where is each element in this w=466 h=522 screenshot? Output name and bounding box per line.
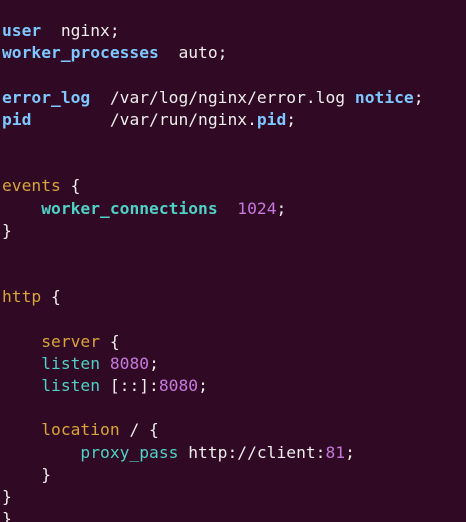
code-token: ;	[345, 442, 355, 462]
code-token: 81	[325, 442, 346, 462]
code-token: events	[2, 176, 61, 196]
code-token: 8080	[109, 353, 150, 373]
code-token: }	[2, 486, 12, 506]
code-token: error_log	[2, 87, 91, 107]
code-line: }	[2, 464, 424, 486]
code-line: }	[2, 486, 424, 508]
code-line: location / {	[2, 419, 424, 441]
code-token: 1024	[237, 198, 277, 218]
code-token: server	[41, 331, 101, 351]
code-token: /var/run/nginx.	[31, 109, 257, 129]
code-token: nginx;	[41, 21, 120, 40]
code-token: notice	[354, 87, 414, 107]
code-token: {	[60, 176, 81, 196]
code-line: proxy_pass http://client:81;	[2, 442, 424, 464]
code-line: pid /var/run/nginx.pid;	[2, 109, 424, 131]
code-token: auto;	[158, 43, 228, 63]
code-line: worker_processes auto;	[2, 42, 424, 64]
code-token: {	[100, 331, 120, 351]
code-token: ;	[286, 109, 297, 129]
code-token: 8080	[158, 376, 199, 395]
code-line: }	[2, 220, 424, 242]
code-token: [::]:	[100, 376, 159, 395]
code-token: http	[2, 287, 42, 307]
code-token: {	[41, 287, 61, 307]
code-token: listen	[41, 376, 101, 395]
code-token: pid	[2, 109, 32, 129]
code-line: http {	[2, 286, 424, 308]
code-line: user nginx;	[2, 20, 424, 42]
code-token: listen	[41, 353, 101, 373]
code-token: }	[2, 509, 12, 522]
code-line: worker_connections 1024;	[2, 198, 424, 220]
code-token: ;	[413, 87, 424, 107]
code-token: }	[2, 464, 52, 484]
code-token: / {	[119, 420, 159, 440]
code-line: listen [::]:8080;	[2, 375, 424, 397]
code-token: /var/log/nginx/error.log	[90, 87, 355, 107]
code-line: events {	[2, 175, 424, 197]
code-token: proxy_pass	[80, 442, 179, 462]
code-line: error_log /var/log/nginx/error.log notic…	[2, 87, 424, 109]
code-line: server {	[2, 331, 424, 353]
code-token: ;	[198, 376, 208, 395]
code-token: worker_connections	[41, 198, 218, 218]
code-token: worker_processes	[2, 43, 159, 63]
code-token: pid	[256, 109, 287, 129]
code-token: ;	[149, 353, 159, 373]
code-line: }	[2, 508, 424, 522]
code-token: }	[2, 220, 12, 240]
code-token: ;	[276, 198, 287, 218]
code-token: user	[2, 21, 42, 40]
code-token: http://client:	[178, 442, 326, 462]
code-token: location	[41, 420, 120, 440]
code-line: listen 8080;	[2, 353, 424, 375]
code-area[interactable]: user nginx; worker_processes auto; error_…	[2, 20, 424, 522]
terminal-editor[interactable]: user nginx; worker_processes auto; error_…	[0, 0, 466, 522]
